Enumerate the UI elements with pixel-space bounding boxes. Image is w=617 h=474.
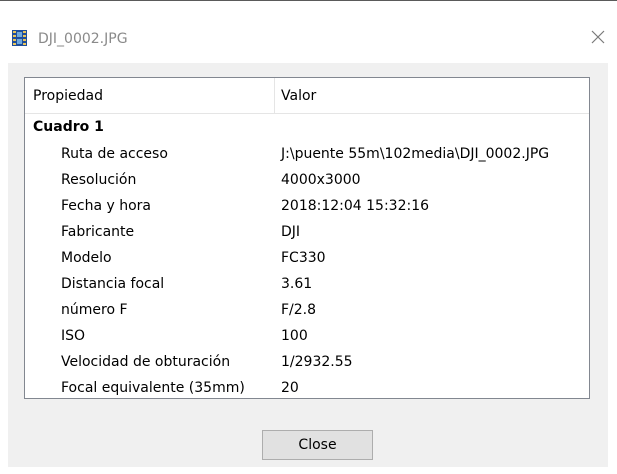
list-item[interactable]: Fabricante DJI — [25, 224, 589, 250]
property-name: Modelo — [61, 250, 112, 266]
list-header: Propiedad Valor — [25, 78, 589, 114]
title-bar[interactable]: DJI_0002.JPG — [0, 1, 617, 63]
dialog-client-area: Propiedad Valor Cuadro 1 Ruta de acceso … — [8, 63, 608, 467]
property-name: Fecha y hora — [61, 198, 152, 214]
list-item[interactable]: Focal equivalente (35mm) 20 — [25, 380, 589, 398]
list-item[interactable]: Resolución 4000x3000 — [25, 172, 589, 198]
property-name: Resolución — [61, 172, 137, 188]
film-strip-icon — [12, 30, 27, 46]
list-item[interactable]: Fecha y hora 2018:12:04 15:32:16 — [25, 198, 589, 224]
property-value: 4000x3000 — [281, 172, 361, 188]
property-value: DJI — [281, 224, 301, 240]
property-value: 3.61 — [281, 276, 313, 292]
list-item[interactable]: ISO 100 — [25, 328, 589, 354]
property-value: 2018:12:04 15:32:16 — [281, 198, 430, 214]
list-item[interactable]: Ruta de acceso J:\puente 55m\102media\DJ… — [25, 146, 589, 172]
property-name: Ruta de acceso — [61, 146, 168, 162]
close-button[interactable]: Close — [262, 430, 373, 460]
column-header-property[interactable]: Propiedad — [33, 88, 103, 104]
property-value: FC330 — [281, 250, 326, 266]
property-name: Distancia focal — [61, 276, 165, 292]
property-name: Focal equivalente (35mm) — [61, 380, 245, 396]
property-value: F/2.8 — [281, 302, 317, 318]
column-header-value[interactable]: Valor — [281, 88, 316, 104]
property-value: J:\puente 55m\102media\DJI_0002.JPG — [281, 146, 550, 162]
property-name: Velocidad de obturación — [61, 354, 231, 370]
column-divider[interactable] — [274, 78, 275, 113]
list-item[interactable]: Velocidad de obturación 1/2932.55 — [25, 354, 589, 380]
group-label: Cuadro 1 — [33, 119, 104, 135]
property-name: número F — [61, 302, 128, 318]
property-value: 1/2932.55 — [281, 354, 353, 370]
window-title: DJI_0002.JPG — [38, 31, 128, 47]
list-item[interactable]: Distancia focal 3.61 — [25, 276, 589, 302]
property-value: 100 — [281, 328, 308, 344]
list-item[interactable]: número F F/2.8 — [25, 302, 589, 328]
properties-list[interactable]: Propiedad Valor Cuadro 1 Ruta de acceso … — [24, 77, 590, 399]
close-icon[interactable] — [590, 29, 606, 45]
list-item[interactable]: Modelo FC330 — [25, 250, 589, 276]
property-name: Fabricante — [61, 224, 135, 240]
property-value: 20 — [281, 380, 299, 396]
property-name: ISO — [61, 328, 86, 344]
